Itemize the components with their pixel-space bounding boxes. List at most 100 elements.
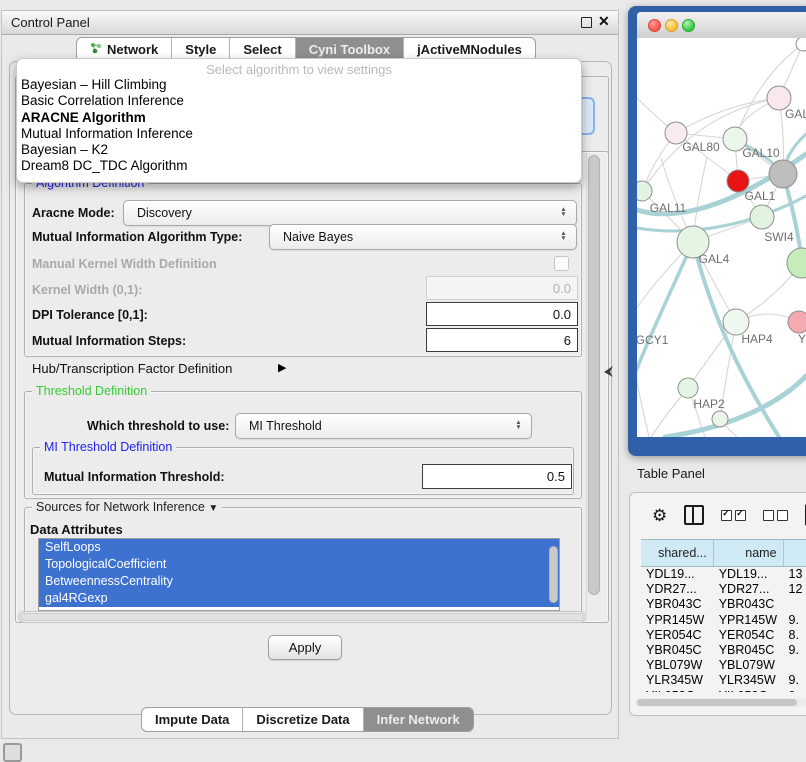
manual-kernel-label: Manual Kernel Width Definition [32,257,217,271]
minimize-traffic-light-icon[interactable] [665,19,678,32]
table-cell: YBL079W [714,658,784,673]
network-edge-highlighted [637,242,693,390]
tab-label: Infer Network [377,712,460,727]
attribute-item[interactable]: SelfLoops [39,539,559,556]
close-traffic-light-icon[interactable] [648,19,661,32]
aracne-mode-label: Aracne Mode: [32,206,115,220]
settings-scrollbar-thumb[interactable] [588,155,600,595]
data-attributes-list[interactable]: SelfLoopsTopologicalCoefficientBetweenne… [38,538,560,611]
node-label: GAL10 [742,146,780,160]
mi-type-value: Naive Bayes [270,230,557,244]
apply-button[interactable]: Apply [268,635,342,660]
manual-kernel-checkbox[interactable] [554,256,569,271]
table-cell: YBR043C [641,597,714,612]
table-cell [784,658,806,673]
table-cell [784,597,806,612]
settings-scrollbar-track[interactable] [586,153,601,615]
deselect-all-checks-icon[interactable] [763,510,788,521]
table-row[interactable]: YBL079WYBL079W [641,658,806,673]
network-node[interactable] [787,248,806,278]
table-hscrollbar[interactable] [635,698,806,707]
dpi-tolerance-value: 0.0 [553,307,571,322]
hub-section-label[interactable]: Hub/Transcription Factor Definition [32,361,232,376]
screen: Control Panel ✕ gal:filtered.sif default… [0,0,806,762]
mi-steps-value: 6 [564,333,571,348]
attribute-item[interactable]: gal4RGexp [39,590,559,607]
aracne-mode-value: Discovery [124,206,557,220]
mi-steps-label: Mutual Information Steps: [32,334,186,348]
table-row[interactable]: YDL19...YDL19...13 [641,567,806,582]
algorithm-option[interactable]: Mutual Information Inference [17,126,581,142]
table-row[interactable]: YER054CYER054C8. [641,628,806,643]
network-view-inner: GALGAL80GAL10GAL1GAL11SWI4GAL4GCY1HAP4YH… [637,12,806,437]
table-row[interactable]: YLR345WYLR345W9. [641,673,806,688]
table-cell: YLR345W [641,673,714,688]
expand-arrow-icon[interactable]: ▶ [278,361,286,374]
column-header[interactable]: name [714,540,784,566]
node-label: HAP2 [693,397,725,411]
network-view-titlebar[interactable] [637,12,806,39]
dpi-tolerance-input[interactable]: 0.0 [426,302,578,326]
collapsed-panel-icon[interactable] [3,743,22,762]
which-threshold-value: MI Threshold [236,419,512,433]
settings-hscrollbar[interactable] [18,611,586,623]
attributes-scrollbar-thumb[interactable] [549,546,558,603]
stepper-icon: ▲▼ [557,208,570,217]
network-node[interactable] [769,160,797,188]
table-cell: YPR145W [641,613,714,628]
table-cell: 9. [784,613,806,628]
attribute-item[interactable]: BetweennessCentrality [39,573,559,590]
zoom-traffic-light-icon[interactable] [682,19,695,32]
algorithm-option[interactable]: Basic Correlation Inference [17,93,581,109]
which-threshold-combo[interactable]: MI Threshold ▲▼ [235,413,532,439]
columns-icon[interactable] [684,505,704,525]
table-toolbar: ⚙ [630,493,806,537]
mi-type-combo[interactable]: Naive Bayes ▲▼ [269,224,577,250]
gear-icon[interactable]: ⚙ [652,507,667,524]
table-row[interactable]: YIL052CYIL052C9. [641,689,806,693]
tab-discretize-data[interactable]: Discretize Data [243,708,363,731]
network-node[interactable] [788,311,806,333]
float-window-icon[interactable] [581,17,592,28]
network-node[interactable] [796,38,806,51]
control-panel-title: Control Panel [11,15,90,30]
network-canvas[interactable]: GALGAL80GAL10GAL1GAL11SWI4GAL4GCY1HAP4YH… [637,38,806,437]
network-graph: GALGAL80GAL10GAL1GAL11SWI4GAL4GCY1HAP4YH… [637,38,806,437]
attribute-item[interactable]: TopologicalCoefficient [39,556,559,573]
stepper-icon: ▲▼ [557,232,570,241]
table-cell: 13 [784,567,806,582]
table-row[interactable]: YBR045CYBR045C9. [641,643,806,658]
network-node[interactable] [750,205,774,229]
kernel-width-input[interactable]: 0.0 [426,276,578,300]
column-header[interactable]: shared... [641,540,714,566]
network-node[interactable] [637,181,652,201]
table-cell: 8. [784,628,806,643]
network-node[interactable] [712,411,728,427]
algorithm-option[interactable]: Bayesian – K2 [17,142,581,158]
table-row[interactable]: YPR145WYPR145W9. [641,613,806,628]
tab-label: Cyni Toolbox [309,42,390,57]
close-icon[interactable]: ✕ [598,13,610,30]
collapse-arrow-icon[interactable]: ▼ [208,503,218,514]
tab-impute-data[interactable]: Impute Data [142,708,243,731]
aracne-mode-combo[interactable]: Discovery ▲▼ [123,200,577,226]
table-cell: YBR045C [641,643,714,658]
control-panel-titlebar[interactable]: Control Panel ✕ [2,11,618,35]
select-all-checks-icon[interactable] [721,510,746,521]
table-header-row: shared...nameA [641,539,806,567]
node-label: GAL11 [650,201,687,215]
table-panel-window: ⚙ shared...nameA YDL19...YDL19...13YDR27… [629,492,806,716]
table-cell: YDL19... [714,567,784,582]
tab-infer-network[interactable]: Infer Network [364,708,473,731]
algorithm-option[interactable]: ARACNE Algorithm [17,110,581,126]
network-node[interactable] [678,378,698,398]
table-row[interactable]: YBR043CYBR043C [641,597,806,612]
table-row[interactable]: YDR27...YDR27...12 [641,582,806,597]
mi-threshold-input[interactable]: 0.5 [422,464,572,489]
algorithm-option[interactable]: Dream8 DC_TDC Algorithm [17,158,581,174]
table-cell: YIL052C [714,689,784,693]
column-header[interactable]: A [784,540,806,566]
mi-steps-input[interactable]: 6 [426,328,578,352]
network-view-window[interactable]: GALGAL80GAL10GAL1GAL11SWI4GAL4GCY1HAP4YH… [628,6,806,456]
algorithm-option[interactable]: Bayesian – Hill Climbing [17,77,581,93]
